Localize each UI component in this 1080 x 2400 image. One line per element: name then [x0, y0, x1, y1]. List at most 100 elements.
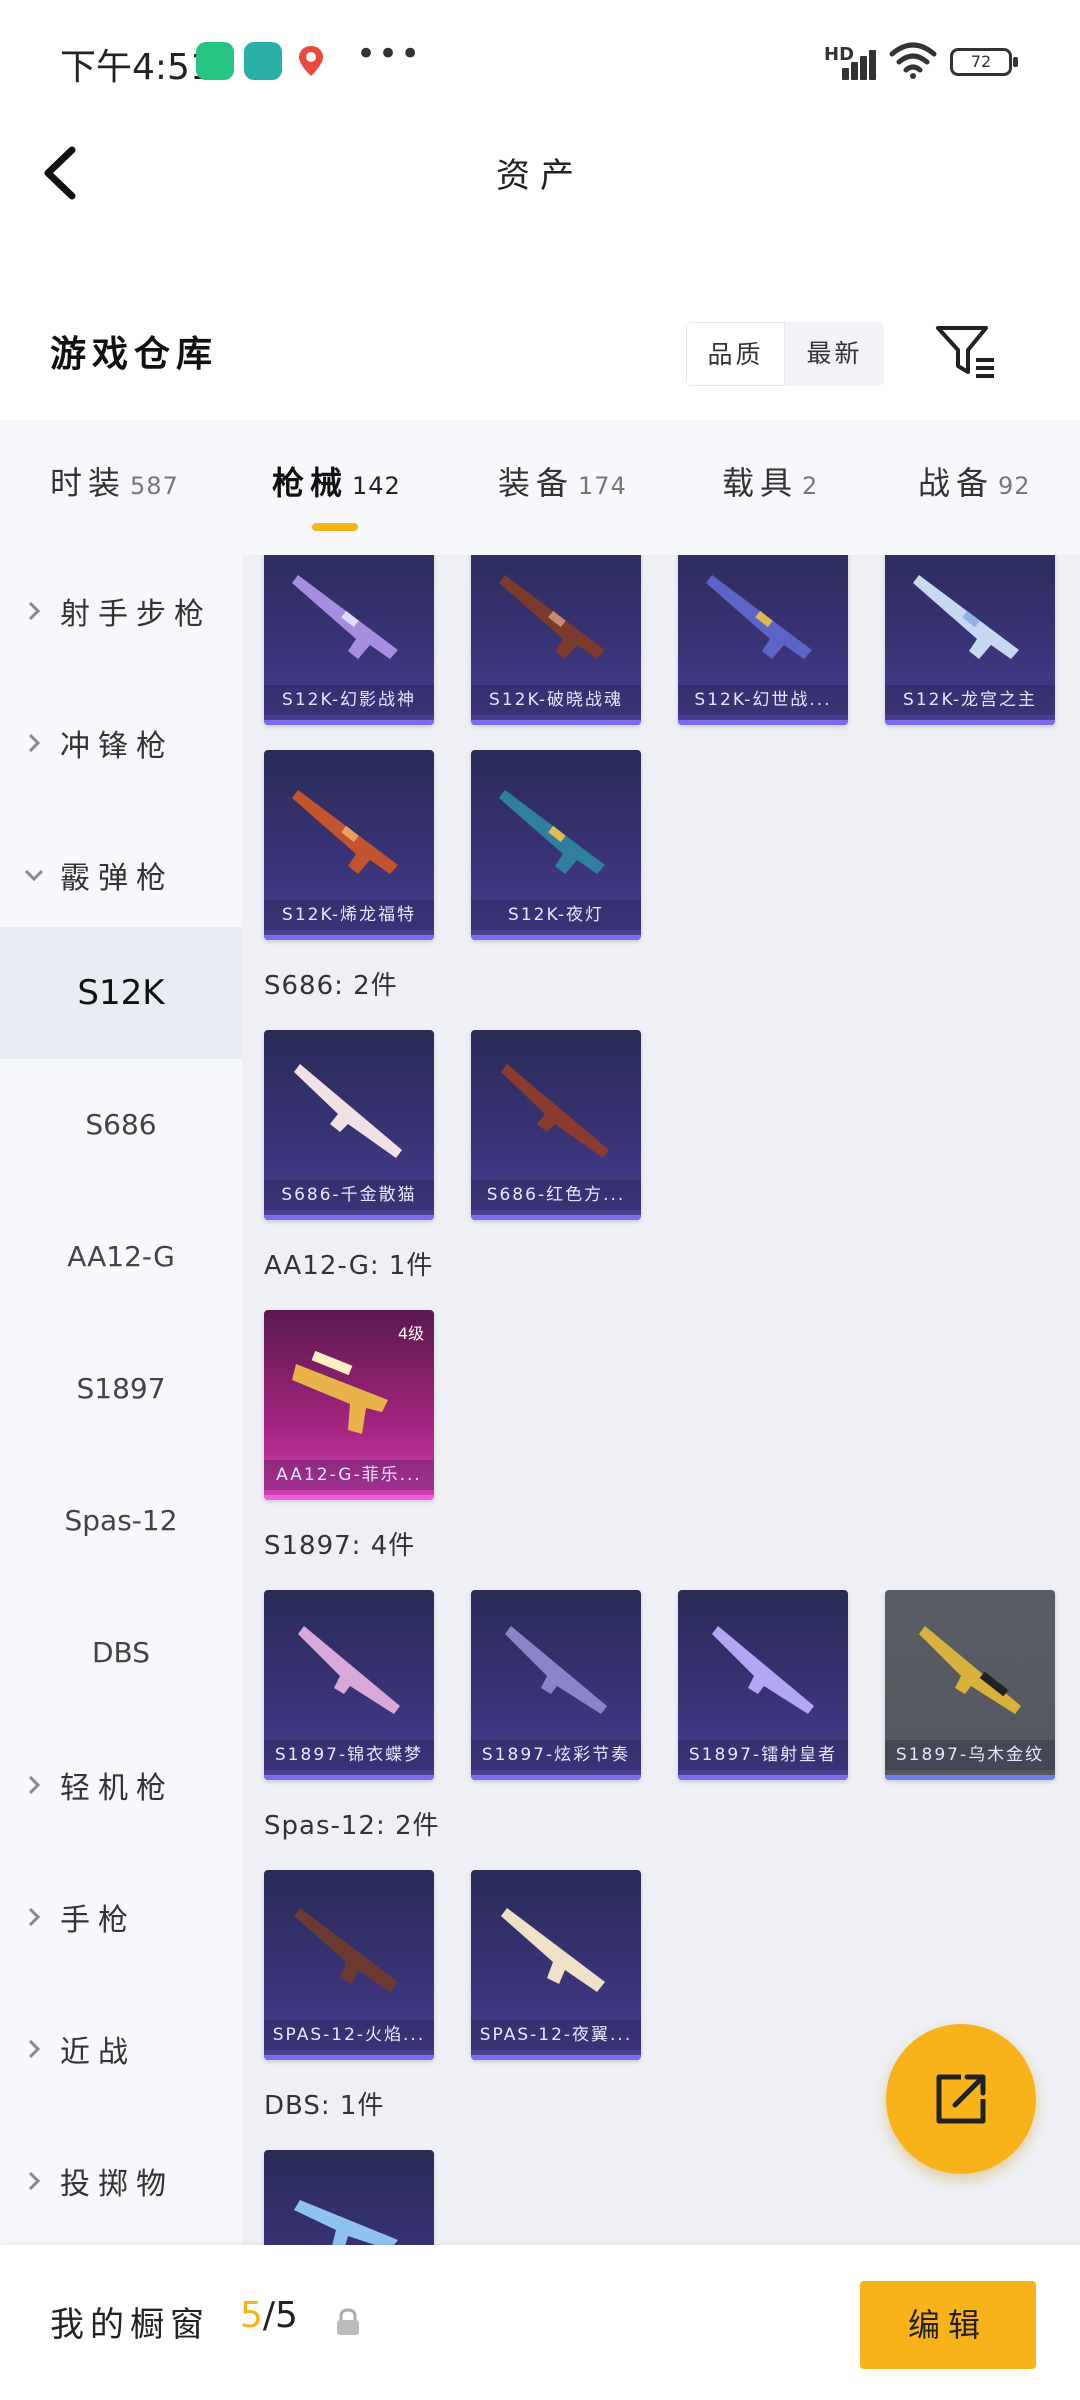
more-notifications-icon: ••• — [356, 34, 423, 74]
skin-name: S1897-乌木金纹 — [885, 1740, 1055, 1770]
group-title-dbs: DBS: 1件 — [264, 2091, 385, 2121]
sort-quality-button[interactable]: 品质 — [686, 322, 785, 386]
skin-card[interactable]: S1897-炫彩节奏 — [471, 1590, 641, 1780]
category-tabs: 时装 587 枪械 142 装备 174 载具 2 战备 92 — [0, 420, 1080, 555]
status-time: 下午4:51 — [60, 47, 213, 88]
skin-card[interactable]: S12K-烯龙福特 — [264, 750, 434, 940]
sidebar-item-smg[interactable]: 冲锋枪 — [0, 677, 242, 809]
tab-label: 装备 — [498, 464, 575, 502]
shotgun-skin-icon — [501, 1064, 609, 1158]
sort-newest-button[interactable]: 最新 — [785, 322, 884, 386]
status-bar: 下午4:51 ••• HD 72 — [0, 0, 1080, 120]
shotgun-skin-icon — [298, 1626, 400, 1714]
header: 资产 — [0, 120, 1080, 230]
skin-name: S1897-炫彩节奏 — [471, 1740, 641, 1770]
skin-card[interactable]: S1897-锦衣蝶梦 — [264, 1590, 434, 1780]
edit-button[interactable]: 编辑 — [860, 2281, 1036, 2369]
skin-card[interactable]: S1897-镭射皇者 — [678, 1590, 848, 1780]
app-notification-icon — [196, 42, 234, 80]
group-title-aa12g: AA12-G: 1件 — [264, 1251, 434, 1281]
lock-icon — [337, 2308, 359, 2335]
battery-indicator: 72 — [950, 48, 1018, 76]
page-title: 资产 — [496, 156, 584, 196]
shotgun-skin-icon — [712, 1626, 814, 1714]
home-notification-icon — [244, 42, 282, 80]
bottom-bar: 我的橱窗 5/5 编辑 — [0, 2245, 1080, 2400]
chevron-right-icon — [28, 2171, 41, 2191]
shotgun-skin-icon — [294, 1908, 398, 1992]
skin-name: S686-红色方... — [471, 1180, 641, 1210]
group-title-s1897: S1897: 4件 — [264, 1531, 416, 1561]
tab-supplies[interactable]: 战备 92 — [918, 458, 1031, 504]
sidebar-item-label: 冲锋枪 — [60, 729, 174, 764]
map-notification-icon — [292, 42, 330, 80]
skin-name: S1897-锦衣蝶梦 — [264, 1740, 434, 1770]
sidebar-item-label: 射手步枪 — [60, 597, 212, 632]
skin-card[interactable]: S12K-破晓战魂 — [471, 555, 641, 725]
tab-count: 92 — [998, 472, 1031, 500]
skin-card[interactable]: S686-千金散猫 — [264, 1030, 434, 1220]
shotgun-skin-icon — [706, 575, 812, 659]
chevron-right-icon — [28, 2039, 41, 2059]
tab-label: 载具 — [722, 464, 799, 502]
active-tab-indicator — [312, 523, 358, 531]
sidebar-item-shotgun[interactable]: 霰弹枪 — [0, 809, 242, 941]
tab-count: 142 — [352, 472, 401, 500]
tab-equipment[interactable]: 装备 174 — [498, 458, 627, 504]
skin-card[interactable]: SPAS-12-火焰... — [264, 1870, 434, 2060]
app-screen: 下午4:51 ••• HD 72 资产 游戏仓库 品质 最新 时装 587 枪械… — [0, 0, 1080, 2400]
shotgun-skin-icon — [501, 1908, 605, 1992]
tab-count: 174 — [578, 472, 627, 500]
showcase-label: 我的橱窗 — [50, 2305, 210, 2345]
share-icon — [936, 2074, 986, 2124]
sidebar-sub-dbs[interactable]: DBS — [0, 1587, 242, 1719]
tab-label: 枪械 — [272, 464, 349, 502]
skin-card[interactable] — [264, 2150, 434, 2245]
warehouse-title: 游戏仓库 — [50, 334, 219, 375]
group-title-s686: S686: 2件 — [264, 971, 398, 1001]
skin-card[interactable]: S1897-乌木金纹 — [885, 1590, 1055, 1780]
skin-card[interactable]: S12K-夜灯 — [471, 750, 641, 940]
skin-card[interactable]: SPAS-12-夜翼... — [471, 1870, 641, 2060]
shotgun-skin-icon — [913, 575, 1019, 659]
sidebar-item-throwable[interactable]: 投掷物 — [0, 2115, 242, 2245]
chevron-right-icon — [28, 1775, 41, 1795]
sort-toggle: 品质 最新 — [686, 322, 884, 386]
skin-card[interactable]: 4级 AA12-G-菲乐... — [264, 1310, 434, 1500]
sidebar-item-melee[interactable]: 近战 — [0, 1983, 242, 2115]
sidebar-sub-aa12g[interactable]: AA12-G — [0, 1191, 242, 1323]
tab-count: 587 — [130, 472, 179, 500]
sidebar-sub-s686[interactable]: S686 — [0, 1059, 242, 1191]
tab-label: 时装 — [50, 464, 127, 502]
skin-name: S12K-烯龙福特 — [264, 900, 434, 930]
skin-name: S686-千金散猫 — [264, 1180, 434, 1210]
skin-card[interactable]: S12K-龙宫之主 — [885, 555, 1055, 725]
skin-name: S12K-破晓战魂 — [471, 685, 641, 715]
signal-icon — [828, 44, 876, 80]
sidebar-sub-s12k[interactable]: S12K — [0, 927, 242, 1059]
sidebar-item-lmg[interactable]: 轻机枪 — [0, 1719, 242, 1851]
shotgun-skin-icon — [294, 2200, 398, 2245]
skin-name: S12K-幻世战... — [678, 685, 848, 715]
showcase-total: /5 — [262, 2295, 298, 2336]
tab-count: 2 — [802, 472, 819, 500]
skin-card[interactable]: S12K-幻世战... — [678, 555, 848, 725]
skin-name: S12K-幻影战神 — [264, 685, 434, 715]
tab-vehicles[interactable]: 载具 2 — [722, 458, 818, 504]
sidebar-sub-spas12[interactable]: Spas-12 — [0, 1455, 242, 1587]
tab-firearms[interactable]: 枪械 142 — [272, 458, 401, 504]
chevron-right-icon — [28, 601, 41, 621]
tab-fashion[interactable]: 时装 587 — [50, 458, 179, 504]
skin-name: S12K-龙宫之主 — [885, 685, 1055, 715]
skin-card[interactable]: S686-红色方... — [471, 1030, 641, 1220]
sidebar-sub-s1897[interactable]: S1897 — [0, 1323, 242, 1455]
shotgun-skin-icon — [505, 1626, 607, 1714]
skin-card[interactable]: S12K-幻影战神 — [264, 555, 434, 725]
sidebar-item-marksman-rifle[interactable]: 射手步枪 — [0, 555, 242, 677]
sidebar-item-label: 霰弹枪 — [60, 861, 174, 896]
share-button[interactable] — [886, 2024, 1036, 2174]
skin-name: S12K-夜灯 — [471, 900, 641, 930]
sidebar-item-label: 轻机枪 — [60, 1771, 174, 1806]
filter-icon[interactable] — [932, 318, 998, 384]
sidebar-item-pistol[interactable]: 手枪 — [0, 1851, 242, 1983]
